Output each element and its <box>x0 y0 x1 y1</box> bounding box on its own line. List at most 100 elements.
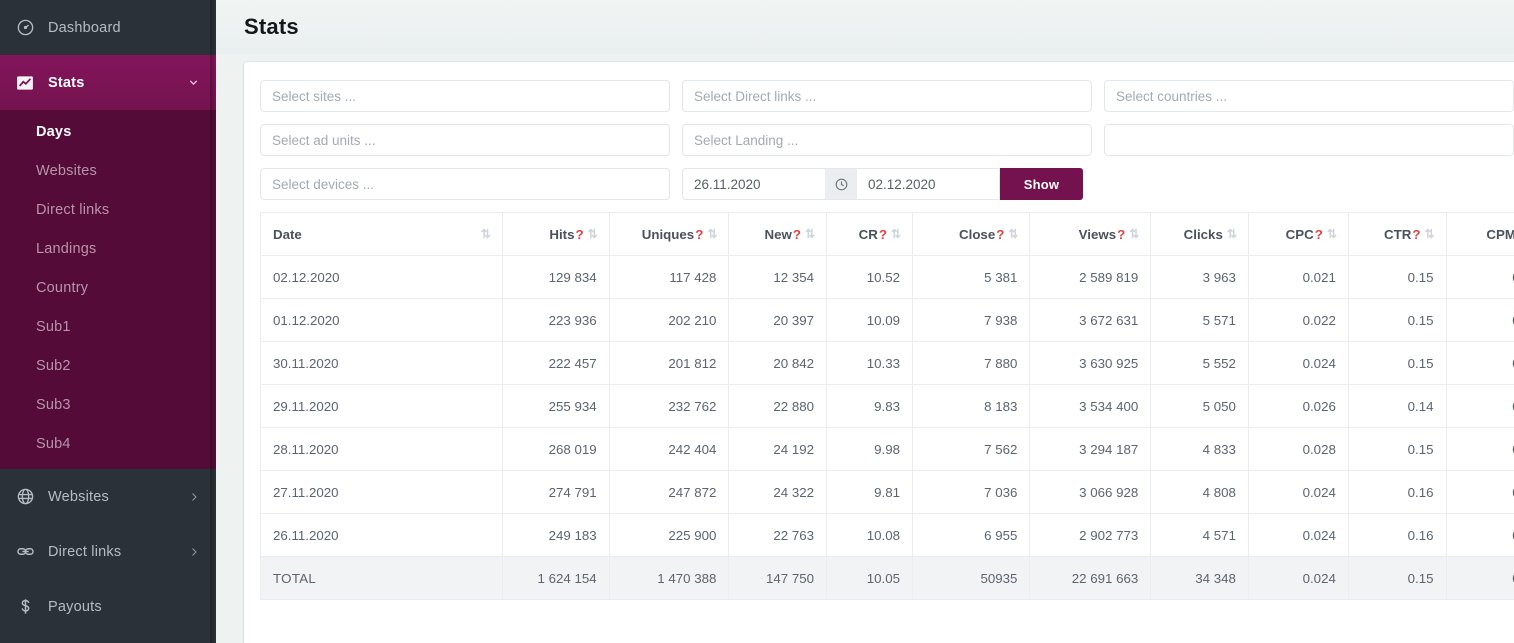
cell-new: 24 322 <box>728 470 828 514</box>
column-header-new[interactable]: New? ⇅ <box>728 212 828 256</box>
table-row: 26.11.2020 249 183 225 900 22 763 10.08 6 955… <box>260 513 1514 557</box>
sidebar-item-label: Payouts <box>48 598 102 615</box>
select-landing[interactable]: Select Landing ... <box>682 124 1092 156</box>
help-marker[interactable]: ? <box>576 227 584 242</box>
show-button[interactable]: Show <box>1000 168 1083 200</box>
column-header-views[interactable]: Views? ⇅ <box>1029 212 1152 256</box>
column-header-date[interactable]: Date ⇅ <box>260 212 503 256</box>
cell-date: 29.11.2020 <box>260 384 503 428</box>
cell-hits: 274 791 <box>501 470 610 514</box>
cell-close: 7 036 <box>912 470 1031 514</box>
sort-icon[interactable]: ⇅ <box>1327 228 1337 240</box>
sidebar-subitem-sub1[interactable]: Sub1 <box>0 307 216 346</box>
sort-icon[interactable]: ⇅ <box>1008 228 1018 240</box>
cell-clicks: 5 552 <box>1150 341 1249 385</box>
cell-cpm: 0.03 <box>1445 255 1514 299</box>
sidebar-item-dashboard[interactable]: Dashboard <box>0 0 216 55</box>
sort-icon[interactable]: ⇅ <box>1424 228 1434 240</box>
select-ad-units[interactable]: Select ad units ... <box>260 124 670 156</box>
cell-uniques: 225 900 <box>608 513 730 557</box>
column-header-cr[interactable]: CR? ⇅ <box>826 212 914 256</box>
cell-cpm: 0.04 <box>1445 427 1514 471</box>
column-header-clicks[interactable]: Clicks ⇅ <box>1150 212 1249 256</box>
help-marker[interactable]: ? <box>1412 227 1420 242</box>
sidebar-submenu-stats: Days Websites Direct links Landings Coun… <box>0 110 216 469</box>
cell-views: 2 902 773 <box>1029 513 1152 557</box>
cell-uniques: 1 470 388 <box>608 556 730 600</box>
clock-icon[interactable] <box>825 168 857 200</box>
column-label: CPC <box>1285 226 1314 242</box>
help-marker[interactable]: ? <box>879 227 887 242</box>
select-extra[interactable] <box>1104 124 1514 156</box>
sidebar: Dashboard Stats Days Websites Direct lin… <box>0 0 216 643</box>
cell-views: 22 691 663 <box>1029 556 1152 600</box>
column-header-uniques[interactable]: Uniques? ⇅ <box>608 212 730 256</box>
chevron-right-icon[interactable] <box>188 546 200 558</box>
gauge-icon <box>14 17 36 39</box>
chart-line-icon <box>14 72 36 94</box>
sidebar-item-stats[interactable]: Stats <box>0 55 216 110</box>
sidebar-subitem-landings[interactable]: Landings <box>0 229 216 268</box>
column-label: Date <box>273 226 302 242</box>
cell-hits: 222 457 <box>501 341 610 385</box>
help-marker[interactable]: ? <box>695 227 703 242</box>
sidebar-item-payouts[interactable]: Payouts <box>0 579 216 634</box>
sort-icon[interactable]: ⇅ <box>805 228 815 240</box>
sort-icon[interactable]: ⇅ <box>1227 228 1237 240</box>
column-header-cpc[interactable]: CPC? ⇅ <box>1247 212 1349 256</box>
column-header-cpm[interactable]: CPM? ⇅ <box>1445 212 1514 256</box>
stats-table-wrap: Date ⇅ Hits? ⇅ Uniques? ⇅ New? ⇅ CR? ⇅ C… <box>260 212 1514 600</box>
cell-uniques: 202 210 <box>608 298 730 342</box>
sidebar-subitem-label: Country <box>36 279 89 296</box>
column-label: Hits <box>549 226 575 242</box>
sidebar-subitem-country[interactable]: Country <box>0 268 216 307</box>
cell-views: 2 589 819 <box>1029 255 1152 299</box>
cell-date: 30.11.2020 <box>260 341 503 385</box>
help-marker[interactable]: ? <box>1315 227 1323 242</box>
filter-landing: Select Landing ... <box>682 124 1092 156</box>
date-from-input[interactable] <box>682 168 825 200</box>
sidebar-subitem-sub2[interactable]: Sub2 <box>0 346 216 385</box>
cell-cpc: 0.024 <box>1247 513 1349 557</box>
cell-cpm: 0.04 <box>1445 384 1514 428</box>
cell-ctr: 0.15 <box>1347 341 1447 385</box>
select-direct-links[interactable]: Select Direct links ... <box>682 80 1092 112</box>
cell-close: 7 938 <box>912 298 1031 342</box>
sort-icon[interactable]: ⇅ <box>891 228 901 240</box>
select-sites[interactable]: Select sites ... <box>260 80 670 112</box>
column-label: CPM <box>1486 226 1514 242</box>
help-marker[interactable]: ? <box>793 227 801 242</box>
sort-icon[interactable]: ⇅ <box>481 228 491 240</box>
cell-clicks: 34 348 <box>1150 556 1249 600</box>
table-row: 27.11.2020 274 791 247 872 24 322 9.81 7 036 3… <box>260 470 1514 514</box>
cell-uniques: 201 812 <box>608 341 730 385</box>
sidebar-item-websites[interactable]: Websites <box>0 469 216 524</box>
sort-icon[interactable]: ⇅ <box>1129 228 1139 240</box>
sidebar-subitem-sub4[interactable]: Sub4 <box>0 424 216 463</box>
sidebar-subitem-websites[interactable]: Websites <box>0 151 216 190</box>
chevron-right-icon[interactable] <box>188 491 200 503</box>
sidebar-item-label: Direct links <box>48 543 122 560</box>
sidebar-subitem-direct-links[interactable]: Direct links <box>0 190 216 229</box>
cell-new: 20 397 <box>728 298 828 342</box>
help-marker[interactable]: ? <box>996 227 1004 242</box>
select-devices[interactable]: Select devices ... <box>260 168 670 200</box>
cell-hits: 268 019 <box>501 427 610 471</box>
dollar-icon <box>14 596 36 618</box>
cell-hits: 249 183 <box>501 513 610 557</box>
sidebar-subitem-sub3[interactable]: Sub3 <box>0 385 216 424</box>
sidebar-item-direct-links[interactable]: Direct links <box>0 524 216 579</box>
sort-icon[interactable]: ⇅ <box>588 228 598 240</box>
date-to-input[interactable] <box>857 168 1000 200</box>
chevron-down-icon[interactable] <box>187 76 200 89</box>
table-row: 01.12.2020 223 936 202 210 20 397 10.09 7 938… <box>260 298 1514 342</box>
cell-new: 147 750 <box>728 556 828 600</box>
filters-row-2: Select ad units ... Select Landing ... <box>260 124 1514 156</box>
column-header-close[interactable]: Close? ⇅ <box>912 212 1031 256</box>
column-header-hits[interactable]: Hits? ⇅ <box>501 212 610 256</box>
select-countries[interactable]: Select countries ... <box>1104 80 1514 112</box>
sort-icon[interactable]: ⇅ <box>707 228 717 240</box>
column-header-ctr[interactable]: CTR? ⇅ <box>1347 212 1447 256</box>
sidebar-subitem-days[interactable]: Days <box>0 112 216 151</box>
help-marker[interactable]: ? <box>1117 227 1125 242</box>
